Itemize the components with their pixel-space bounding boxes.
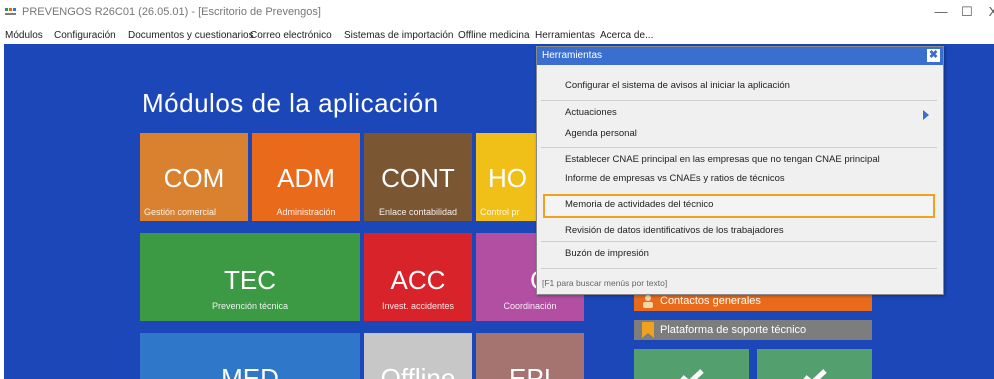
tile-cont[interactable]: CONT Enlace contabilidad [364, 133, 472, 221]
close-button[interactable]: X [982, 4, 994, 19]
herramientas-popup: Herramientas ✖ Configurar el sistema de … [536, 46, 944, 295]
contact-icon [643, 295, 653, 308]
tile-code: ADM [277, 163, 335, 193]
contactos-generales-label: Contactos generales [660, 295, 761, 307]
menu-item-revision-datos[interactable]: Revisión de datos identificativos de los… [565, 225, 784, 236]
checkmark-icon [803, 369, 827, 379]
menu-documentos[interactable]: Documentos y cuestionarios [128, 30, 254, 41]
popup-header: Herramientas ✖ [537, 47, 943, 65]
menu-sistemas-importacion[interactable]: Sistemas de importación [344, 30, 454, 41]
app-icon [5, 8, 16, 15]
menu-item-establecer-cnae[interactable]: Establecer CNAE principal en las empresa… [565, 154, 880, 165]
menu-item-memoria-actividades[interactable]: Memoria de actividades del técnico [565, 199, 713, 210]
checkmark-icon [680, 369, 704, 379]
separator [541, 147, 937, 148]
tile-label: Coordinación [503, 301, 557, 311]
tile-label: Enlace contabilidad [378, 207, 458, 217]
tile-tec[interactable]: TEC Prevención técnica [140, 233, 360, 321]
menu-item-informe-cnaes[interactable]: Informe de empresas vs CNAEs y ratios de… [565, 173, 785, 184]
separator [541, 100, 937, 101]
window-title: PREVENGOS R26C01 (26.05.01) - [Escritori… [22, 6, 321, 18]
tile-code: COM [163, 163, 225, 193]
menu-herramientas[interactable]: Herramientas [535, 30, 595, 41]
maximize-button[interactable]: ☐ [956, 4, 978, 20]
bookmark-icon [642, 322, 654, 338]
menu-item-buzon-impresion[interactable]: Buzón de impresión [565, 248, 649, 259]
tile-label: Prevención técnica [211, 301, 289, 311]
menu-correo[interactable]: Correo electrónico [250, 30, 332, 41]
tile-code: CONT [381, 163, 455, 193]
tile-code: Offline [380, 363, 456, 379]
tile-com[interactable]: COM Gestión comercial [140, 133, 248, 221]
tile-label: Invest. accidentes [381, 301, 455, 311]
menu-item-agenda-personal[interactable]: Agenda personal [565, 128, 637, 139]
menu-bar: Módulos Configuración Documentos y cuest… [0, 26, 994, 46]
tile-label: Gestión comercial [144, 207, 217, 217]
menu-acerca-de[interactable]: Acerca de... [600, 30, 653, 41]
menu-item-actuaciones[interactable]: Actuaciones [565, 107, 617, 118]
tile-offline[interactable]: Offline [364, 333, 472, 379]
popup-close-icon[interactable]: ✖ [927, 49, 940, 62]
menu-configuracion[interactable]: Configuración [54, 30, 116, 41]
search-hint: [F1 para buscar menús por texto] [542, 278, 668, 288]
tile-code: TEC [224, 265, 276, 295]
tile-acc[interactable]: ACC Invest. accidentes [364, 233, 472, 321]
tile-med[interactable]: MED [140, 333, 360, 379]
plataforma-soporte-button[interactable]: Plataforma de soporte técnico [634, 320, 872, 340]
check-tile-2[interactable] [757, 349, 872, 379]
minimize-button[interactable]: — [930, 4, 952, 19]
tile-epi[interactable]: EPI [476, 333, 584, 379]
check-tile-1[interactable] [634, 349, 749, 379]
tile-code: EPI [509, 363, 551, 379]
popup-title: Herramientas [542, 50, 603, 61]
separator [541, 241, 937, 242]
menu-modulos[interactable]: Módulos [5, 30, 43, 41]
submenu-arrow-icon [923, 110, 929, 120]
separator [541, 268, 937, 269]
plataforma-soporte-label: Plataforma de soporte técnico [660, 324, 807, 336]
menu-item-configurar-avisos[interactable]: Configurar el sistema de avisos al inici… [565, 80, 790, 91]
title-bar: PREVENGOS R26C01 (26.05.01) - [Escritori… [0, 0, 994, 26]
tile-code: MED [221, 363, 279, 379]
tile-code: ACC [390, 265, 446, 295]
tile-label: Administración [276, 207, 336, 217]
menu-offline-medicina[interactable]: Offline medicina [458, 30, 530, 41]
modules-heading: Módulos de la aplicación [142, 88, 439, 118]
tile-adm[interactable]: ADM Administración [252, 133, 360, 221]
